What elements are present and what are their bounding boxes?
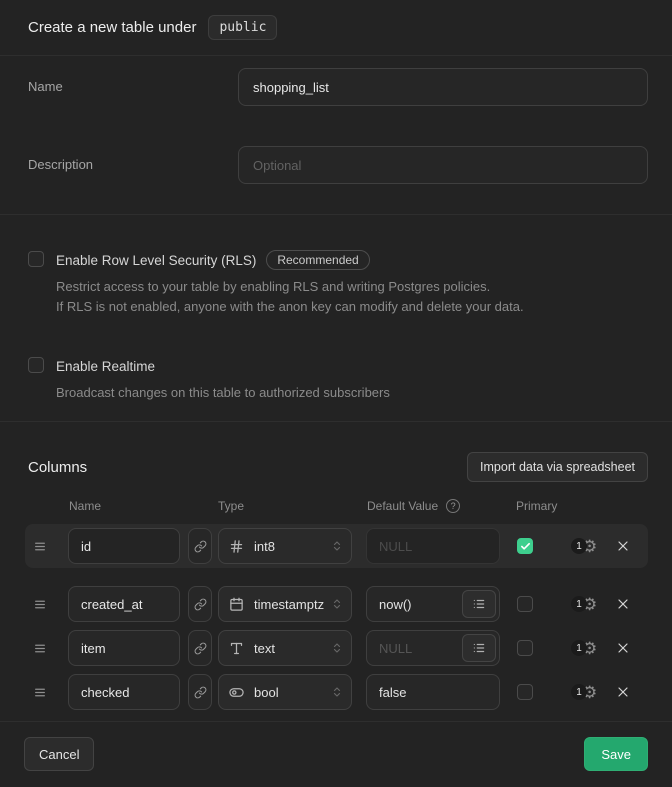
header-primary: Primary (516, 499, 557, 513)
primary-checkbox[interactable] (517, 640, 533, 656)
columns-table-header: Name Type Default Value ? Primary (0, 499, 672, 512)
description-label: Description (28, 146, 238, 172)
remove-column-icon[interactable] (615, 684, 631, 700)
link-icon (194, 686, 207, 699)
text-icon (229, 641, 245, 656)
column-default-input[interactable] (366, 528, 500, 564)
header-default-value: Default Value ? (367, 499, 460, 513)
primary-checkbox[interactable] (517, 684, 533, 700)
chevrons-up-down-icon (331, 540, 343, 552)
name-label: Name (28, 68, 238, 94)
toggle-icon (229, 685, 245, 700)
realtime-checkbox[interactable] (28, 357, 44, 373)
link-icon (194, 598, 207, 611)
dialog-title: Create a new table under (28, 19, 196, 36)
column-type-label: bool (254, 685, 331, 700)
column-type-select[interactable]: int8 (218, 528, 352, 564)
rls-description-line2: If RLS is not enabled, anyone with the a… (56, 297, 524, 317)
chevrons-up-down-icon (331, 642, 343, 654)
column-name-input[interactable] (68, 674, 180, 710)
default-suggestions-button[interactable] (462, 634, 496, 662)
columns-rows: int8 1 ⚙ tim (25, 524, 648, 714)
column-name-input[interactable] (68, 586, 180, 622)
column-type-label: timestamptz (254, 597, 331, 612)
remove-column-icon[interactable] (615, 538, 631, 554)
realtime-label: Enable Realtime (56, 359, 155, 374)
column-type-label: text (254, 641, 331, 656)
rls-option: Enable Row Level Security (RLS) Recommen… (28, 251, 644, 317)
drag-handle-icon[interactable] (33, 686, 47, 699)
remove-column-icon[interactable] (615, 596, 631, 612)
recommended-badge: Recommended (266, 250, 369, 270)
column-name-input[interactable] (68, 630, 180, 666)
column-type-select[interactable]: text (218, 630, 352, 666)
import-spreadsheet-button[interactable]: Import data via spreadsheet (467, 452, 648, 482)
drag-handle-icon[interactable] (33, 540, 47, 553)
drag-handle-icon[interactable] (33, 642, 47, 655)
chevrons-up-down-icon (331, 686, 343, 698)
table-description-input[interactable] (238, 146, 648, 184)
hash-icon (229, 539, 245, 554)
rls-description-line1: Restrict access to your table by enablin… (56, 277, 524, 297)
calendar-icon (229, 597, 245, 612)
remove-column-icon[interactable] (615, 640, 631, 656)
cancel-button[interactable]: Cancel (24, 737, 94, 771)
link-icon (194, 642, 207, 655)
column-row: bool 1 ⚙ (25, 670, 648, 714)
table-options-section: Enable Row Level Security (RLS) Recommen… (0, 215, 672, 422)
chevrons-up-down-icon (331, 598, 343, 610)
columns-title: Columns (28, 459, 87, 476)
list-icon (472, 597, 486, 611)
foreign-key-button[interactable] (188, 528, 212, 564)
column-default-input[interactable] (366, 674, 500, 710)
header-name: Name (69, 499, 101, 513)
dialog-footer: Cancel Save (0, 722, 672, 771)
dialog-header: Create a new table under public (0, 0, 672, 56)
table-name-input[interactable] (238, 68, 648, 106)
realtime-description: Broadcast changes on this table to autho… (56, 383, 390, 403)
column-type-select[interactable]: timestamptz (218, 586, 352, 622)
column-type-select[interactable]: bool (218, 674, 352, 710)
column-name-input[interactable] (68, 528, 180, 564)
header-type: Type (218, 499, 244, 513)
help-icon[interactable]: ? (446, 499, 460, 513)
primary-checkbox[interactable] (517, 596, 533, 612)
link-icon (194, 540, 207, 553)
settings-count-badge: 1 (571, 640, 587, 656)
foreign-key-button[interactable] (188, 674, 212, 710)
foreign-key-button[interactable] (188, 586, 212, 622)
column-row: text 1 ⚙ (25, 626, 648, 670)
column-row: int8 1 ⚙ (25, 524, 648, 568)
settings-count-badge: 1 (571, 684, 587, 700)
settings-count-badge: 1 (571, 538, 587, 554)
list-icon (472, 641, 486, 655)
rls-label: Enable Row Level Security (RLS) (56, 253, 256, 268)
primary-checkbox[interactable] (517, 538, 533, 554)
settings-count-badge: 1 (571, 596, 587, 612)
table-info-section: Name Description (0, 56, 672, 215)
default-suggestions-button[interactable] (462, 590, 496, 618)
foreign-key-button[interactable] (188, 630, 212, 666)
column-type-label: int8 (254, 539, 331, 554)
rls-checkbox[interactable] (28, 251, 44, 267)
save-button[interactable]: Save (584, 737, 648, 771)
realtime-option: Enable Realtime Broadcast changes on thi… (28, 357, 644, 403)
columns-section: Columns Import data via spreadsheet Name… (0, 422, 672, 722)
schema-badge: public (208, 15, 277, 40)
column-row: timestamptz 1 ⚙ (25, 582, 648, 626)
drag-handle-icon[interactable] (33, 598, 47, 611)
